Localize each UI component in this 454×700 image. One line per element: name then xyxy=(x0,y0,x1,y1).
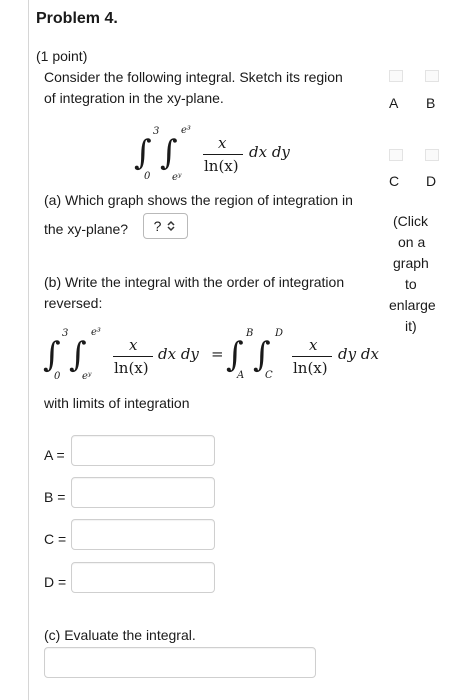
enlarge-note-line: to xyxy=(405,276,417,292)
problem-title: Problem 4. xyxy=(36,10,118,27)
lhs-inner-lower-limit: eʸ xyxy=(82,371,92,382)
graph-thumbnail-d[interactable] xyxy=(425,149,439,161)
graph-label-b: B xyxy=(426,95,436,111)
lhs-outer-lower-limit: 0 xyxy=(54,371,61,382)
limits-intro: with limits of integration xyxy=(44,395,190,411)
part-b-question-line-1: (b) Write the integral with the order of… xyxy=(44,274,345,290)
lhs-inner-upper-limit: e³ xyxy=(91,327,101,338)
part-c-label: (c) Evaluate the integral. xyxy=(44,627,196,643)
rhs-outer-integral-sign: ∫ xyxy=(226,335,244,375)
rhs-inner-lower-limit: C xyxy=(265,370,273,381)
rhs-differentials: dy dx xyxy=(338,345,379,363)
numerator: x xyxy=(218,134,227,152)
limit-label-b: B = xyxy=(44,489,66,505)
graph-thumbnail-a[interactable] xyxy=(389,70,403,82)
enlarge-note-line: it) xyxy=(405,318,417,334)
lhs-fraction-bar xyxy=(113,356,153,357)
rhs-denominator: ln(x) xyxy=(293,359,328,377)
enlarge-note-line: graph xyxy=(393,255,429,271)
graph-label-d: D xyxy=(426,173,437,189)
rhs-fraction-bar xyxy=(292,356,332,357)
limit-input-c[interactable] xyxy=(71,519,215,550)
outer-upper-limit: 3 xyxy=(153,126,160,137)
select-value: ? xyxy=(153,218,162,234)
lhs-numerator: x xyxy=(129,336,138,354)
part-a-question-line-1: (a) Which graph shows the region of inte… xyxy=(44,192,353,208)
part-b-question-line-2: reversed: xyxy=(44,295,103,311)
rhs-numerator: x xyxy=(309,336,318,354)
inner-integral-sign: ∫ xyxy=(160,133,178,173)
enlarge-note-line: (Click xyxy=(393,213,428,229)
limit-input-d[interactable] xyxy=(71,562,215,593)
lhs-denominator: ln(x) xyxy=(114,359,149,377)
fraction-bar xyxy=(203,154,243,155)
denominator: ln(x) xyxy=(204,157,239,175)
lhs-outer-integral-sign: ∫ xyxy=(43,335,61,375)
evaluate-answer-input[interactable] xyxy=(44,647,316,678)
graph-label-c: C xyxy=(389,173,400,189)
lhs-outer-upper-limit: 3 xyxy=(62,328,69,339)
outer-integral-sign: ∫ xyxy=(134,133,152,173)
graph-label-a: A xyxy=(389,95,399,111)
intro-line-2: of integration in the xy-plane. xyxy=(44,90,224,106)
enlarge-note-line: enlarge xyxy=(389,297,436,313)
part-a-question-line-2: the xy-plane? xyxy=(44,221,129,237)
inner-lower-limit: eʸ xyxy=(172,172,182,183)
points-label: (1 point) xyxy=(36,48,88,64)
up-down-chevron-icon xyxy=(167,220,175,232)
limit-label-a: A = xyxy=(44,447,65,463)
rhs-inner-upper-limit: D xyxy=(275,328,284,339)
intro-line-1: Consider the following integral. Sketch … xyxy=(44,69,343,85)
rhs-inner-integral-sign: ∫ xyxy=(253,335,271,375)
outer-lower-limit: 0 xyxy=(144,171,151,182)
graph-thumbnail-c[interactable] xyxy=(389,149,403,161)
limit-label-d: D = xyxy=(44,574,67,590)
limit-label-c: C = xyxy=(44,531,67,547)
graph-choice-select[interactable]: ? xyxy=(143,213,188,239)
lhs-inner-integral-sign: ∫ xyxy=(69,335,87,375)
limit-input-b[interactable] xyxy=(71,477,215,508)
differentials: dx dy xyxy=(249,143,290,161)
limit-input-a[interactable] xyxy=(71,435,215,466)
rhs-outer-lower-limit: A xyxy=(237,370,245,381)
equals-sign: = xyxy=(211,345,224,363)
graph-thumbnail-b[interactable] xyxy=(425,70,439,82)
inner-upper-limit: e³ xyxy=(181,125,191,136)
enlarge-note-line: on a xyxy=(398,234,426,250)
lhs-differentials: dx dy xyxy=(158,345,199,363)
